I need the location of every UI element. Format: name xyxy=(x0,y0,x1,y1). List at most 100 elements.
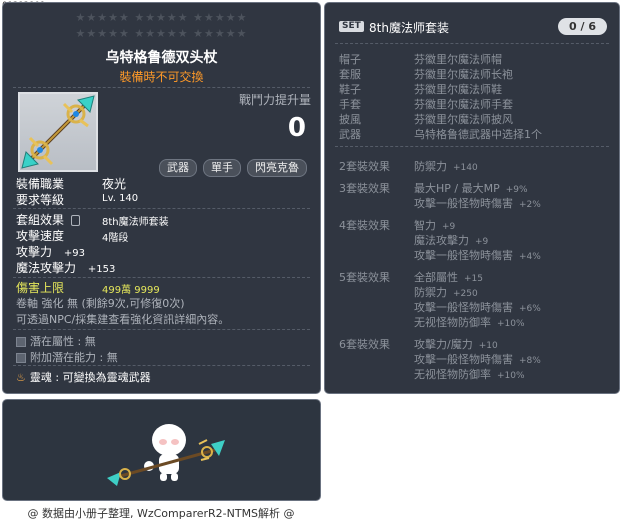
damage-cap-value: 499萬 9999 xyxy=(102,285,160,296)
potential-icon xyxy=(16,337,26,347)
set-piece-name: 芬徽里尔魔法师长袍 xyxy=(414,68,513,81)
bonus-potential-label: 附加潛在能力 : 無 xyxy=(30,351,118,364)
set-piece-name: 芬徽里尔魔法师鞋 xyxy=(414,83,502,96)
set-row: 套組效果 8th魔法师套装 xyxy=(16,211,169,228)
soul-label: 靈魂 : 可變換為靈魂武器 xyxy=(29,371,151,384)
set-piece-part: 手套 xyxy=(339,98,361,111)
set-piece-part: 武器 xyxy=(339,128,361,141)
effect-value: +10% xyxy=(497,319,525,329)
item-name: 乌特格鲁德双头杖 xyxy=(105,50,218,66)
effect-value: +6% xyxy=(519,304,541,314)
set-effect-line: 攻擊一般怪物時傷害 +4% xyxy=(414,247,541,263)
divider xyxy=(13,277,310,278)
soul-row: ♨ 靈魂 : 可變換為靈魂武器 xyxy=(16,369,151,385)
effect-value: +9% xyxy=(505,185,528,195)
set-badge: SET xyxy=(339,21,364,32)
power-label: 戰鬥力提升量 xyxy=(239,93,312,107)
set-count: 0 / 6 xyxy=(558,18,607,35)
effect-stat: 无视怪物防御率 xyxy=(414,368,491,381)
effect-stat: 无视怪物防御率 xyxy=(414,316,491,329)
set-effect-line: 攻擊一般怪物時傷害 +2% xyxy=(414,195,541,211)
effect-value: +10% xyxy=(497,371,525,381)
effect-value: +10 xyxy=(478,341,498,351)
character-preview xyxy=(2,399,321,501)
effect-stat: 攻擊一般怪物時傷害 xyxy=(414,353,513,366)
effect-stat: 防禦力 xyxy=(414,286,447,299)
divider xyxy=(13,87,310,88)
level-label: 要求等級 xyxy=(16,193,65,207)
character-with-weapon-image xyxy=(107,424,225,486)
bonus-potential-icon xyxy=(16,353,26,363)
effect-stat: 攻擊力/魔力 xyxy=(414,338,473,351)
tag-one-hand: 單手 xyxy=(203,159,241,177)
level-value: Lv. 140 xyxy=(102,193,139,204)
set-piece-part: 套服 xyxy=(339,68,361,81)
matk-label: 魔法攻擊力 xyxy=(16,261,77,275)
job-value: 夜光 xyxy=(102,177,127,191)
effect-value: +9 xyxy=(475,237,489,247)
level-row: 要求等級 Lv. 140 xyxy=(16,191,138,208)
speed-row: 攻擊速度 4階段 xyxy=(16,227,128,244)
set-effect-line: 智力 +9 xyxy=(414,217,455,233)
set-effect-line: 最大HP / 最大MP +9% xyxy=(414,180,528,196)
scroll-info: 卷軸 強化 無 (剩餘9次,可修復0次) xyxy=(16,297,185,310)
matk-value: +153 xyxy=(87,264,116,275)
set-label: 套組效果 xyxy=(16,213,65,227)
star-force-row-2: ★★★★★ ★★★★★ ★★★★★ xyxy=(75,27,248,40)
set-piece-name: 乌特格鲁德武器中选择1个 xyxy=(414,128,542,141)
effect-value: +250 xyxy=(453,289,478,299)
set-effect-line: 攻擊力/魔力 +10 xyxy=(414,336,498,352)
effect-stat: 攻擊一般怪物時傷害 xyxy=(414,249,513,262)
speed-value: 4階段 xyxy=(102,233,129,244)
effect-stat: 智力 xyxy=(414,219,436,232)
effect-stat: 防禦力 xyxy=(414,160,447,173)
set-effect-label: 5套裝效果 xyxy=(339,271,390,284)
set-effect-label: 2套裝效果 xyxy=(339,160,390,173)
divider xyxy=(335,146,609,147)
effect-stat: 魔法攻擊力 xyxy=(414,234,469,247)
potential-label: 潛在屬性 : 無 xyxy=(30,335,96,348)
effect-value: +9 xyxy=(442,222,456,232)
effect-stat: 攻擊一般怪物時傷害 xyxy=(414,197,513,210)
set-piece-part: 披風 xyxy=(339,113,361,126)
flame-icon: ♨ xyxy=(16,371,26,384)
set-effect-label: 4套裝效果 xyxy=(339,219,390,232)
set-effect-line: 防禦力 +250 xyxy=(414,284,478,300)
star-force-row-1: ★★★★★ ★★★★★ ★★★★★ xyxy=(75,11,248,24)
item-tooltip: ★★★★★ ★★★★★ ★★★★★ ★★★★★ ★★★★★ ★★★★★ 乌特格鲁… xyxy=(2,2,321,394)
lock-icon xyxy=(70,215,80,226)
effect-value: +15 xyxy=(464,274,483,284)
set-piece-part: 鞋子 xyxy=(339,83,361,96)
set-title: 8th魔法师套装 xyxy=(369,21,449,35)
set-effect-label: 6套裝效果 xyxy=(339,338,390,351)
weapon-icon xyxy=(18,92,98,172)
tag-weapon: 武器 xyxy=(159,159,197,177)
matk-row: 魔法攻擊力 +153 xyxy=(16,259,115,276)
divider xyxy=(13,208,310,209)
effect-value: +2% xyxy=(519,200,541,210)
effect-stat: 最大HP / 最大MP xyxy=(414,182,500,195)
set-value: 8th魔法师套装 xyxy=(102,217,169,228)
job-label: 裝備職業 xyxy=(16,177,65,191)
set-piece-part: 帽子 xyxy=(339,53,361,66)
set-effect-line: 防禦力 +140 xyxy=(414,158,478,174)
divider xyxy=(13,329,310,330)
divider xyxy=(335,43,609,44)
effect-value: +4% xyxy=(519,252,541,262)
set-effect-line: 攻擊一般怪物時傷害 +8% xyxy=(414,351,541,367)
set-effect-label: 3套裝效果 xyxy=(339,182,390,195)
tag-luminous: 閃亮克魯 xyxy=(247,159,307,177)
set-piece-name: 芬徽里尔魔法师披风 xyxy=(414,113,513,126)
divider xyxy=(13,365,310,366)
power-value: 0 xyxy=(287,113,306,143)
npc-info: 可透過NPC/採集建查看強化資訊詳細內容。 xyxy=(16,313,230,326)
set-piece-name: 芬徽里尔魔法师手套 xyxy=(414,98,513,111)
potential-row: 潛在屬性 : 無 xyxy=(16,333,96,349)
set-effect-line: 攻擊一般怪物時傷害 +6% xyxy=(414,299,541,315)
effect-value: +140 xyxy=(453,163,478,173)
set-tooltip: SET 8th魔法师套装 0 / 6 帽子 芬徽里尔魔法师帽 套服 芬徽里尔魔法… xyxy=(324,2,620,394)
credit-text: @ 数据由小册子整理, WzComparerR2-NTMS解析 @ xyxy=(27,507,295,520)
effect-stat: 全部屬性 xyxy=(414,271,458,284)
atk-row: 攻擊力 +93 xyxy=(16,243,85,260)
set-effect-line: 全部屬性 +15 xyxy=(414,269,483,285)
